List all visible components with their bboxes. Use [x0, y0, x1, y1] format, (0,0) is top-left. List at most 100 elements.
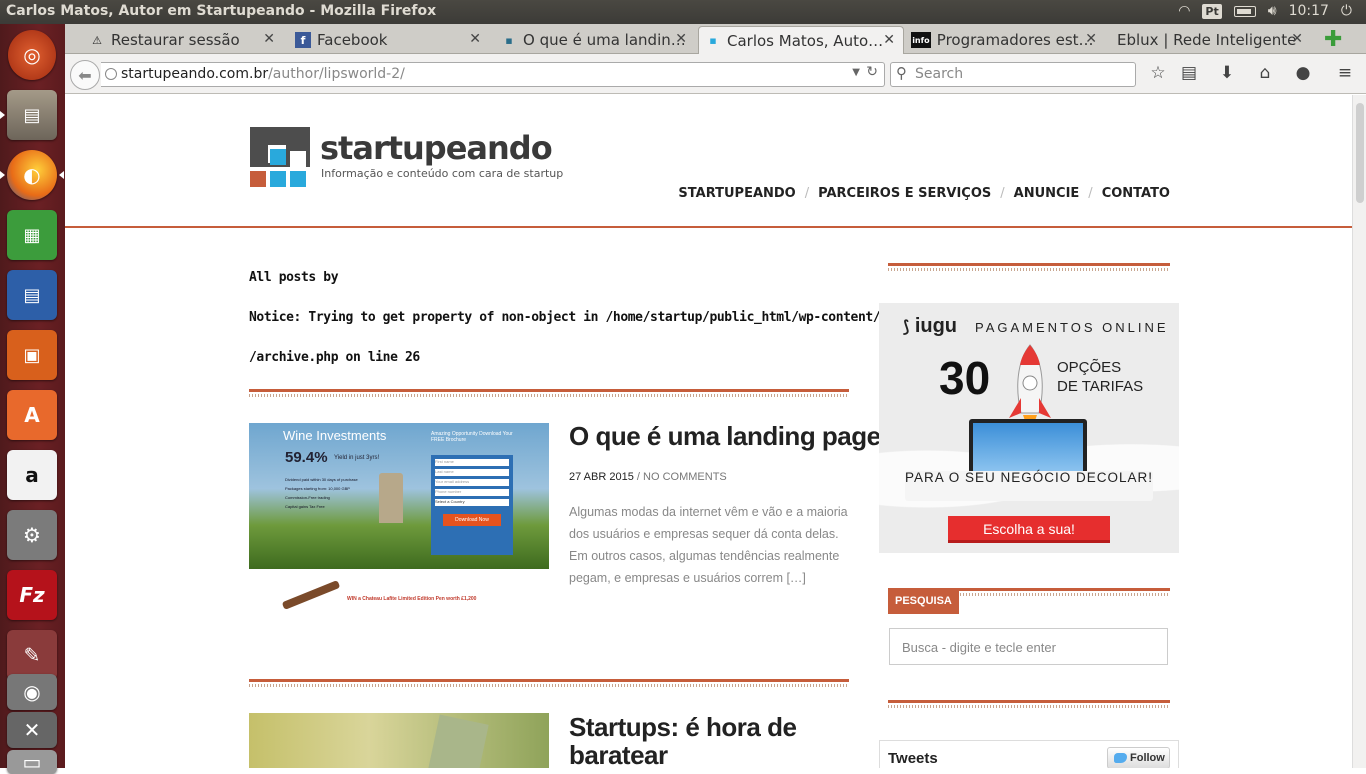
- section-divider: [249, 389, 849, 397]
- bookmark-star-icon[interactable]: ☆: [1146, 63, 1170, 83]
- site-logo-text[interactable]: startupeando: [320, 129, 553, 167]
- post-excerpt: Algumas modas da internet vêm e vão e a …: [569, 505, 848, 585]
- power-icon[interactable]: ⏻: [1341, 3, 1352, 19]
- url-host: startupeando.com.br: [121, 66, 269, 82]
- writer-document-icon[interactable]: ▤: [7, 270, 57, 320]
- menu-item-contato[interactable]: CONTATO: [1102, 186, 1170, 201]
- iugu-ad-banner[interactable]: ⟆ iugu PAGAMENTOS ONLINE 30 OPÇÕES DE TA…: [879, 303, 1179, 553]
- chat-icon[interactable]: ●: [1291, 63, 1315, 83]
- thumb-bullets: Dividend paid within 30 days of purchase…: [285, 477, 358, 509]
- tab-landing-page[interactable]: ▪ O que é uma landin… ✕: [495, 26, 695, 54]
- iugu-logo-icon: ⟆: [903, 319, 910, 336]
- site-tagline: Informação e conteúdo com cara de startu…: [321, 167, 564, 180]
- close-icon[interactable]: ✕: [883, 32, 895, 48]
- menu-item-parceiros[interactable]: PARCEIROS E SERVIÇOS: [818, 186, 991, 201]
- ubuntu-dash-icon[interactable]: ◎: [8, 30, 56, 80]
- laptop-image: [969, 419, 1087, 477]
- tab-label: Restaurar sessão: [111, 31, 240, 49]
- url-bar[interactable]: startupeando.com.br/author/lipsworld-2/ …: [101, 62, 885, 87]
- url-history-dropdown-icon[interactable]: ▼: [852, 67, 860, 78]
- scanner-icon[interactable]: ▭: [7, 750, 57, 774]
- thumb-heading: Wine Investments: [283, 428, 387, 443]
- search-placeholder: Search: [915, 66, 964, 82]
- back-arrow-icon: ⬅: [78, 65, 92, 85]
- tab-label: Facebook: [317, 31, 388, 49]
- site-identity-icon[interactable]: [105, 68, 117, 80]
- search-input[interactable]: ⚲ Search: [890, 62, 1136, 87]
- landing-page-screenshot: Wine Investments 59.4% Yield in just 3yr…: [249, 423, 549, 569]
- tweets-title: Tweets: [888, 750, 938, 767]
- header-divider: [65, 226, 1352, 228]
- castle-tower-image: [379, 473, 403, 523]
- tab-carlos-matos[interactable]: ▪ Carlos Matos, Auto… ✕: [698, 26, 904, 54]
- page-scrollbar[interactable]: [1352, 95, 1366, 768]
- ad-cta-button[interactable]: Escolha a sua!: [948, 516, 1110, 543]
- new-tab-icon[interactable]: ✚: [1324, 27, 1342, 52]
- firefox-icon[interactable]: ◐: [7, 150, 57, 200]
- twitter-follow-button[interactable]: Follow: [1107, 747, 1170, 768]
- bookmarks-list-icon[interactable]: ▤: [1177, 63, 1201, 83]
- system-settings-icon[interactable]: ⚙: [7, 510, 57, 560]
- thumb-form: First name Last name Your email address …: [431, 455, 513, 555]
- section-divider: [249, 679, 849, 687]
- download-icon[interactable]: ⬇: [1215, 63, 1239, 83]
- camera-icon[interactable]: ◉: [7, 674, 57, 710]
- back-button[interactable]: ⬅: [70, 60, 100, 90]
- tab-restaurar-sessao[interactable]: ⚠ Restaurar sessão ✕: [83, 26, 283, 54]
- impress-presentation-icon[interactable]: ▣: [7, 330, 57, 380]
- screenshot-icon[interactable]: ✕: [7, 712, 57, 748]
- paint-icon[interactable]: ✎: [7, 630, 57, 680]
- clock[interactable]: 10:17: [1289, 3, 1329, 19]
- post-title[interactable]: Startups: é hora de baratear: [569, 713, 797, 768]
- facebook-icon: f: [295, 32, 311, 48]
- menu-item-startupeando[interactable]: STARTUPEANDO: [678, 186, 795, 201]
- post-thumbnail[interactable]: [249, 713, 549, 768]
- close-icon[interactable]: ✕: [675, 31, 687, 47]
- scrollbar-thumb[interactable]: [1356, 103, 1364, 203]
- volume-icon[interactable]: 🔊︎: [1268, 3, 1277, 19]
- php-notice-line2: /archive.php on line 26: [249, 350, 420, 365]
- ad-options2: DE TARIFAS: [1057, 378, 1144, 395]
- close-icon[interactable]: ✕: [1291, 31, 1303, 47]
- amazon-icon[interactable]: a: [7, 450, 57, 500]
- info-icon: info: [911, 32, 931, 48]
- wifi-icon[interactable]: ◠: [1178, 3, 1190, 19]
- software-center-icon[interactable]: A: [7, 390, 57, 440]
- close-icon[interactable]: ✕: [1085, 31, 1097, 47]
- keyboard-layout-indicator[interactable]: Pt: [1202, 3, 1222, 19]
- window-title: Carlos Matos, Autor em Startupeando - Mo…: [6, 3, 437, 19]
- post-title[interactable]: O que é uma landing page?: [569, 422, 897, 450]
- post-thumbnail[interactable]: Wine Investments 59.4% Yield in just 3yr…: [249, 423, 549, 643]
- startupeando-logo-icon[interactable]: [250, 127, 310, 187]
- tab-facebook[interactable]: f Facebook ✕: [289, 26, 489, 54]
- system-tray: ◠ Pt 🔊︎ 10:17 ⏻: [1178, 3, 1352, 19]
- files-icon[interactable]: ▤: [7, 90, 57, 140]
- tab-programadores[interactable]: info Programadores est… ✕: [905, 26, 1105, 54]
- menu-icon[interactable]: ≡: [1333, 63, 1357, 83]
- tab-label: Carlos Matos, Auto…: [727, 31, 884, 50]
- web-page: startupeando Informação e conteúdo com c…: [65, 95, 1352, 768]
- search-widget-label: PESQUISA: [888, 588, 959, 614]
- sidebar-divider: [888, 263, 1170, 271]
- battery-icon[interactable]: [1233, 5, 1256, 17]
- post-comments-link[interactable]: NO COMMENTS: [643, 471, 727, 483]
- menu-item-anuncie[interactable]: ANUNCIE: [1014, 186, 1080, 201]
- close-icon[interactable]: ✕: [469, 31, 481, 47]
- iugu-brand: ⟆ iugu: [903, 315, 958, 337]
- warning-icon: ⚠: [92, 33, 102, 47]
- navigation-toolbar: ⬅ startupeando.com.br/author/lipsworld-2…: [65, 54, 1366, 94]
- page-icon: ▪: [505, 33, 513, 47]
- calc-spreadsheet-icon[interactable]: ▦: [7, 210, 57, 260]
- tab-eblux[interactable]: Eblux | Rede Inteligente ✕: [1111, 26, 1311, 54]
- post-meta: 27 ABR 2015 / NO COMMENTS: [569, 471, 727, 483]
- search-icon: ⚲: [896, 64, 907, 82]
- reload-icon[interactable]: ↻: [866, 64, 878, 80]
- home-icon[interactable]: ⌂: [1253, 63, 1277, 83]
- ad-tagline: PAGAMENTOS ONLINE: [975, 320, 1169, 335]
- startupeando-icon: ▪: [709, 34, 717, 47]
- site-search-input[interactable]: Busca - digite e tecle enter: [889, 628, 1168, 665]
- filezilla-icon[interactable]: Fz: [7, 570, 57, 620]
- close-icon[interactable]: ✕: [263, 31, 275, 47]
- thumb-stat: 59.4%: [285, 449, 328, 466]
- ad-subline: PARA O SEU NEGÓCIO DECOLAR!: [904, 470, 1154, 485]
